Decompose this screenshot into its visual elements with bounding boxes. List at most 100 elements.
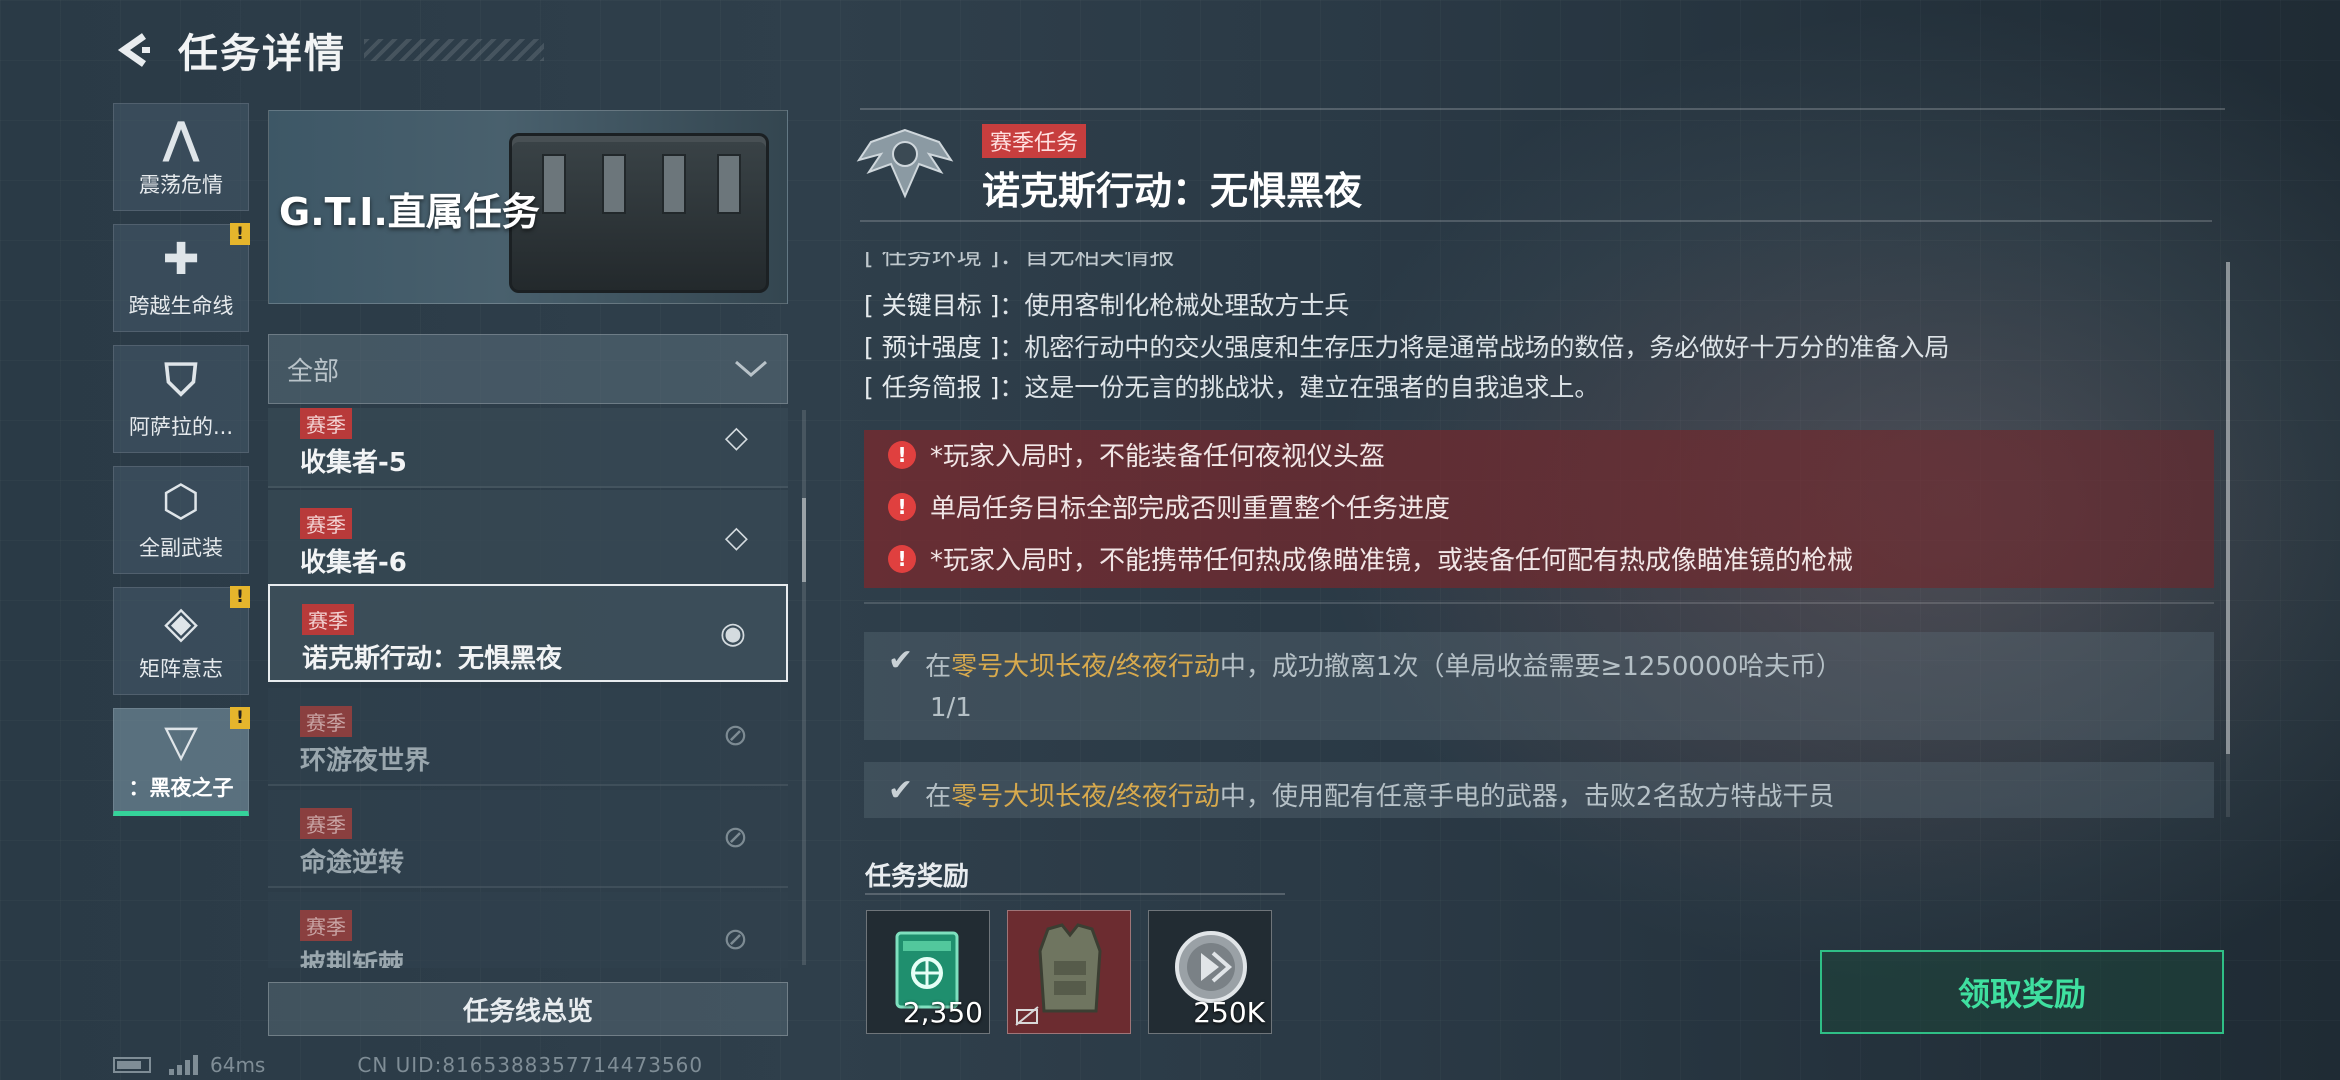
info-value: ：使用客制化枪械处理敌方士兵 — [999, 291, 1350, 320]
check-icon: ✔ — [888, 773, 914, 808]
task-name: 收集者-5 — [300, 448, 407, 478]
user-uid: CN UID:8165388357714473560 — [357, 1053, 704, 1077]
list-scroll-thumb[interactable] — [802, 498, 806, 582]
diamond-icon: ◈ — [164, 597, 198, 648]
list-item[interactable]: 赛季 披荆斩棘 ⊘ — [268, 892, 788, 968]
objective-prefix: 在 — [925, 652, 952, 682]
restrictions-box: ! *玩家入局时，不能装备任何夜视仪头盔 ! 单局任务目标全部完成否则重置整个任… — [864, 430, 2214, 588]
filter-dropdown[interactable]: 全部 — [268, 334, 788, 404]
detail-scroll-thumb[interactable] — [2226, 262, 2230, 754]
warning-text: *玩家入局时，不能装备任何夜视仪头盔 — [930, 442, 1386, 472]
info-line: [ 预计强度 ]：机密行动中的交火强度和生存压力将是通常战场的数倍，务必做好十万… — [864, 328, 1949, 364]
rail-item-label: 震荡危情 — [139, 173, 223, 197]
warning-icon: ! — [888, 544, 916, 573]
warning-row: ! 单局任务目标全部完成否则重置整个任务进度 — [888, 488, 1450, 525]
back-arrow-icon — [117, 33, 150, 67]
rail-item-kuayue[interactable]: ! ✚ 跨越生命线 — [113, 223, 250, 332]
diamond-dash-icon: ◇ — [724, 420, 748, 455]
task-name: 环游夜世界 — [300, 746, 431, 776]
filter-value: 全部 — [287, 356, 340, 387]
list-scrollbar[interactable] — [802, 410, 806, 965]
rail-item-quanfu[interactable]: ⬡ 全副武装 — [113, 466, 249, 574]
list-item-selected[interactable]: 赛季 诺克斯行动：无惧黑夜 ◉ — [268, 584, 788, 682]
signal-icon — [169, 1055, 198, 1075]
rail-item-label: ：黑夜之子 — [128, 776, 234, 800]
list-item[interactable]: 赛季 命途逆转 ⊘ — [268, 790, 788, 888]
mission-type-tag: 赛季任务 — [982, 124, 1087, 158]
warning-icon: ! — [888, 492, 916, 521]
eagle-emblem-icon — [850, 118, 960, 208]
task-name: 收集者-6 — [300, 548, 407, 578]
rail-item-zhendang[interactable]: ⋀ 震荡危情 — [113, 103, 249, 211]
task-name: 披荆斩棘 — [300, 950, 405, 968]
rewards-title: 任务奖励 — [865, 862, 970, 892]
divider — [860, 220, 2212, 222]
banner-title: G.T.I.直属任务 — [279, 190, 540, 234]
rail-item-label: 跨越生命线 — [128, 294, 234, 318]
divider — [865, 893, 1285, 895]
check-icon: ✔ — [888, 643, 914, 678]
objective-text: 中，使用配有任意手电的武器，击败2名敌方特战干员 — [1219, 782, 1835, 812]
list-item[interactable]: 赛季 收集者-5 ◇ — [268, 408, 788, 488]
warning-row: ! *玩家入局时，不能携带任何热成像瞄准镜，或装备任何配有热成像瞄准镜的枪械 — [888, 540, 1853, 577]
reward-quantity: 2,350 — [902, 996, 983, 1029]
ping-value: 64ms — [210, 1053, 266, 1077]
reward-item-coin[interactable]: 250K — [1148, 910, 1272, 1034]
season-tag: 赛季 — [302, 604, 354, 635]
objective-item: ✔ 在零号大坝长夜/终夜行动 中，使用配有任意手电的武器，击败2名敌方特战干员 — [864, 762, 2214, 818]
alert-badge: ! — [230, 586, 250, 608]
medal-check-icon: ⊘ — [722, 922, 748, 957]
mission-title: 诺克斯行动：无惧黑夜 — [982, 169, 1363, 213]
title-decoration — [364, 39, 544, 61]
season-tag: 赛季 — [300, 408, 352, 439]
objective-prefix: 在 — [925, 782, 952, 812]
warning-text: *玩家入局时，不能携带任何热成像瞄准镜，或装备任何配有热成像瞄准镜的枪械 — [930, 546, 1854, 576]
rail-item-label: 阿萨拉的... — [128, 415, 234, 439]
objective-row: ✔ 在零号大坝长夜/终夜行动 中，使用配有任意手电的武器，击败2名敌方特战干员 — [888, 762, 2214, 813]
season-tag: 赛季 — [300, 808, 352, 839]
category-rail: ⋀ 震荡危情 ! ✚ 跨越生命线 ⛉ 阿萨拉的... ⬡ 全副武装 ! ◈ 矩阵… — [113, 103, 250, 829]
reward-quantity: 250K — [1193, 996, 1265, 1029]
reward-item-exp[interactable]: 2,350 — [866, 910, 990, 1034]
rail-item-juzhen[interactable]: ! ◈ 矩阵意志 — [113, 586, 250, 695]
back-button[interactable] — [110, 26, 158, 74]
objective-progress: 1/1 — [930, 693, 972, 723]
plus-icon: ✚ — [162, 234, 200, 285]
info-key: [ 任务简报 ] — [864, 373, 1000, 402]
info-line: [ 关键目标 ]：使用客制化枪械处理敌方士兵 — [864, 286, 1349, 322]
alert-badge: ! — [230, 223, 250, 245]
task-line-banner: G.T.I.直属任务 — [268, 110, 788, 304]
mission-detail-scroll[interactable]: [ 任务环境 ]：首无相关情报 [ 关键目标 ]：使用客制化枪械处理敌方士兵 [… — [862, 252, 2222, 818]
rail-item-heiye[interactable]: ! ▽ ：黑夜之子 — [113, 707, 250, 816]
season-tag: 赛季 — [300, 910, 352, 941]
medal-target-icon: ◉ — [719, 616, 746, 651]
a-chevron-icon: ⋀ — [162, 113, 200, 164]
shield-icon: ⛉ — [164, 355, 198, 406]
claim-reward-button[interactable]: 领取奖励 — [1820, 950, 2224, 1034]
objective-item: ✔ 在零号大坝长夜/终夜行动 中，成功撤离1次（单局收益需要≥1250000哈夫币… — [864, 632, 2214, 740]
objective-row: ✔ 在零号大坝长夜/终夜行动 中，成功撤离1次（单局收益需要≥1250000哈夫币… — [888, 632, 2214, 683]
list-item[interactable]: 赛季 环游夜世界 ⊘ — [268, 688, 788, 786]
warning-text: 单局任务目标全部完成否则重置整个任务进度 — [930, 494, 1451, 524]
rail-item-label: 全副武装 — [139, 536, 223, 560]
task-name: 诺克斯行动：无惧黑夜 — [302, 644, 563, 674]
task-list[interactable]: 赛季 收集者-5 ◇ 赛季 收集者-6 ◇ 赛季 诺克斯行动：无惧黑夜 ◉ 赛季… — [268, 408, 788, 968]
info-line-environment: [ 任务环境 ]：首无相关情报 — [864, 252, 1175, 270]
divider — [860, 108, 2225, 110]
objective-map: 零号大坝长夜/终夜行动 — [951, 782, 1220, 812]
task-line-overview-button[interactable]: 任务线总览 — [268, 982, 788, 1036]
list-item[interactable]: 赛季 收集者-6 ◇ — [268, 490, 788, 588]
info-line: [ 任务简报 ]：这是一份无言的挑战状，建立在强者的自我追求上。 — [864, 368, 1599, 404]
reward-item-armor[interactable] — [1007, 910, 1131, 1034]
season-tag: 赛季 — [300, 508, 352, 539]
medal-check-icon: ⊘ — [722, 718, 748, 753]
chevron-down-icon — [735, 360, 767, 377]
season-tag: 赛季 — [300, 706, 352, 737]
battery-icon — [113, 1057, 151, 1073]
objective-map: 零号大坝长夜/终夜行动 — [951, 652, 1220, 682]
info-value: ：机密行动中的交火强度和生存压力将是通常战场的数倍，务必做好十万分的准备入局 — [999, 333, 1950, 362]
warning-icon: ! — [888, 440, 916, 469]
rail-item-asala[interactable]: ⛉ 阿萨拉的... — [113, 345, 249, 453]
info-key: [ 预计强度 ] — [864, 333, 1000, 362]
divider — [864, 602, 2214, 604]
